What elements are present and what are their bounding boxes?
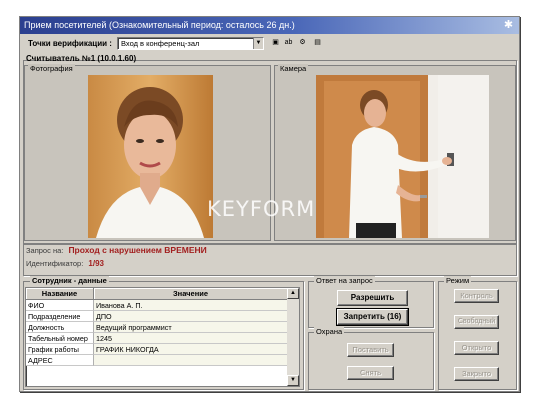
column-header-value[interactable]: Значение <box>94 288 288 300</box>
free-mode-button[interactable]: Свободный <box>454 315 499 329</box>
table-row[interactable]: Подразделение ДПО <box>26 311 288 322</box>
control-mode-button[interactable]: Контроль <box>454 289 499 303</box>
identifier-value: 1/93 <box>88 259 104 268</box>
employee-header: Сотрудник - данные <box>30 276 109 286</box>
disarm-button[interactable]: Снять <box>347 366 394 380</box>
table-row[interactable]: Табельный номер 1245 <box>26 333 288 344</box>
table-row[interactable]: АДРЕС <box>26 355 288 366</box>
request-label: Запрос на: <box>26 246 64 255</box>
row-field: ФИО <box>26 300 94 311</box>
window-title: Прием посетителей (Ознакомительный перио… <box>24 20 295 30</box>
scroll-down-icon[interactable]: ▼ <box>287 375 299 386</box>
arm-button[interactable]: Поставить <box>347 343 394 357</box>
chevron-down-icon[interactable]: ▼ <box>253 38 263 49</box>
keyform-watermark: KEYFORM <box>207 197 316 221</box>
closed-mode-button[interactable]: Закрыто <box>454 367 499 381</box>
photo-label: Фотография <box>28 64 75 74</box>
table-scrollbar[interactable]: ▲ ▼ <box>287 288 299 386</box>
verification-points-label: Точки верификации : <box>28 39 112 48</box>
add-point-icon[interactable]: ▣ <box>270 37 281 49</box>
table-header: Название Значение <box>26 288 288 300</box>
mode-header: Режим <box>444 276 472 286</box>
response-header: Ответ на запрос <box>314 276 375 286</box>
visitor-portrait-image <box>88 75 213 238</box>
row-value: ГРАФИК НИКОГДА <box>94 344 288 355</box>
delete-point-icon[interactable]: ▤ <box>312 37 323 49</box>
rename-point-icon[interactable]: ab <box>283 37 294 49</box>
verification-point-value: Вход в конференц-зал <box>121 39 200 48</box>
employee-table: Название Значение ФИО Иванова А. П. Подр… <box>25 287 300 387</box>
row-value <box>94 355 288 366</box>
table-row[interactable]: Должность Ведущий программист <box>26 322 288 333</box>
title-bar: Прием посетителей (Ознакомительный перио… <box>20 17 519 34</box>
table-row[interactable]: ФИО Иванова А. П. <box>26 300 288 311</box>
row-field: Подразделение <box>26 311 94 322</box>
guard-group: Охрана <box>308 327 434 390</box>
camera-frame-image <box>316 75 489 238</box>
request-value: Проход с нарушением ВРЕМЕНИ <box>68 245 207 255</box>
camera-feed <box>316 75 489 238</box>
verification-point-select[interactable]: Вход в конференц-зал ▼ <box>117 37 264 50</box>
request-info: Запрос на: Проход с нарушением ВРЕМЕНИ И… <box>26 245 207 269</box>
row-field: Табельный номер <box>26 333 94 344</box>
column-header-name[interactable]: Название <box>26 288 94 300</box>
row-field: Должность <box>26 322 94 333</box>
identifier-label: Идентификатор: <box>26 259 84 268</box>
row-value: Иванова А. П. <box>94 300 288 311</box>
camera-label: Камера <box>278 64 309 74</box>
deny-button[interactable]: Запретить (16) <box>336 308 409 326</box>
reader-title: Считыватель №1 (10.0.1.60) <box>26 54 137 63</box>
guard-header: Охрана <box>314 327 345 337</box>
visitor-photo <box>88 75 213 238</box>
row-value: Ведущий программист <box>94 322 288 333</box>
row-value: 1245 <box>94 333 288 344</box>
table-row[interactable]: График работы ГРАФИК НИКОГДА <box>26 344 288 355</box>
open-mode-button[interactable]: Открыто <box>454 341 499 355</box>
row-field: График работы <box>26 344 94 355</box>
toolbar: Точки верификации : Вход в конференц-зал… <box>20 36 519 52</box>
scroll-up-icon[interactable]: ▲ <box>287 288 299 299</box>
settings-icon[interactable]: ⚙ <box>297 37 308 49</box>
visitor-reception-window: Прием посетителей (Ознакомительный перио… <box>19 16 520 392</box>
allow-button[interactable]: Разрешить <box>337 290 408 306</box>
row-field: АДРЕС <box>26 355 94 366</box>
row-value: ДПО <box>94 311 288 322</box>
app-icon[interactable]: ✱ <box>502 19 515 32</box>
